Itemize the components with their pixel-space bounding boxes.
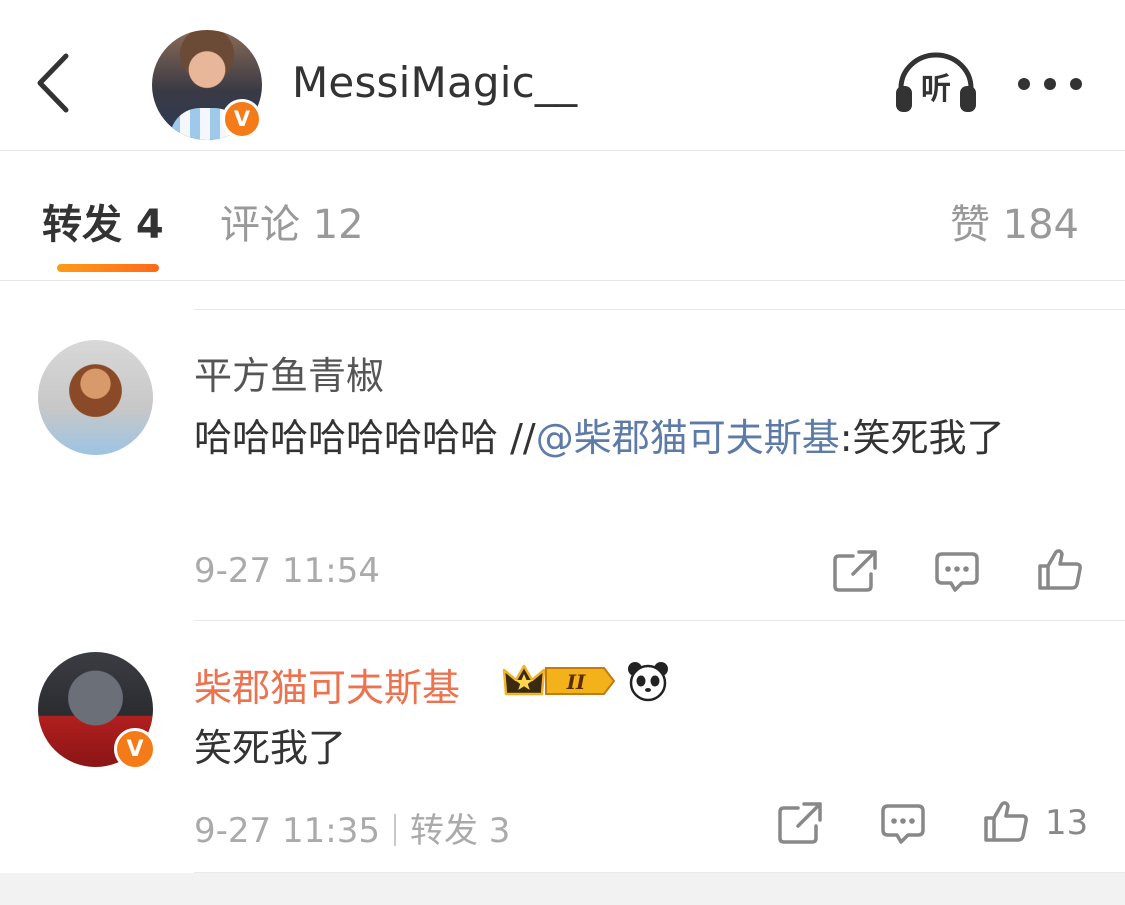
like-count: 13 (1045, 803, 1089, 843)
repost-count-link[interactable]: 转发 3 (410, 811, 510, 851)
tab-repost[interactable]: 转发 4 (42, 192, 164, 250)
username[interactable]: 平方鱼青椒 (194, 345, 384, 400)
more-dots-icon (1018, 78, 1082, 90)
repost-text: 笑死我了 (194, 726, 347, 770)
timestamp: 9-27 11:35 (194, 811, 380, 851)
repost-text-suffix: :笑死我了 (839, 416, 1005, 460)
like-button[interactable] (982, 798, 1030, 850)
comment-icon (935, 552, 979, 592)
list-item-divider (194, 620, 1125, 621)
listen-label: 听 (921, 72, 951, 107)
back-button[interactable] (30, 50, 78, 116)
user-avatar[interactable] (38, 340, 153, 455)
level-text: II (566, 670, 586, 694)
tab-likes[interactable]: 赞 184 (950, 192, 1079, 250)
tabs-divider (0, 280, 1125, 281)
more-button[interactable] (1012, 66, 1088, 102)
verified-badge-icon: V (114, 728, 156, 770)
share-button[interactable] (831, 548, 879, 598)
chevron-left-icon (37, 53, 69, 113)
header-divider (0, 150, 1125, 151)
panda-badge[interactable] (626, 660, 670, 702)
timestamp: 9-27 11:54 (194, 551, 380, 591)
username[interactable]: 柴郡猫可夫斯基 (194, 657, 460, 712)
repost-text: 哈哈哈哈哈哈哈哈 //@柴郡猫可夫斯基:笑死我了 (194, 412, 1074, 464)
repost-meta: 9-27 11:35 转发 3 (194, 803, 510, 852)
verified-badge-icon: V (222, 99, 262, 139)
listen-button[interactable]: 听 (893, 50, 979, 116)
share-icon (833, 550, 877, 592)
list-top-divider (194, 309, 1125, 310)
comment-button[interactable] (880, 800, 926, 850)
crown-level-icon: II (502, 664, 616, 696)
active-tab-indicator (57, 264, 159, 272)
share-button[interactable] (776, 800, 824, 850)
bottom-bar (0, 873, 1125, 905)
thumbs-up-icon (1038, 549, 1082, 590)
page-title[interactable]: MessiMagic__ (292, 58, 577, 107)
meta-separator (393, 814, 396, 846)
like-button[interactable] (1036, 546, 1084, 598)
thumbs-up-icon (984, 801, 1028, 842)
tab-comments[interactable]: 评论 12 (220, 192, 364, 250)
comment-icon (881, 804, 925, 844)
panda-icon (628, 662, 668, 702)
mention-link[interactable]: @柴郡猫可夫斯基 (536, 416, 840, 460)
share-icon (778, 802, 822, 844)
comment-button[interactable] (934, 548, 980, 598)
vip-crown-badge[interactable]: II (502, 660, 616, 702)
repost-text-prefix: 哈哈哈哈哈哈哈哈 // (194, 416, 536, 460)
